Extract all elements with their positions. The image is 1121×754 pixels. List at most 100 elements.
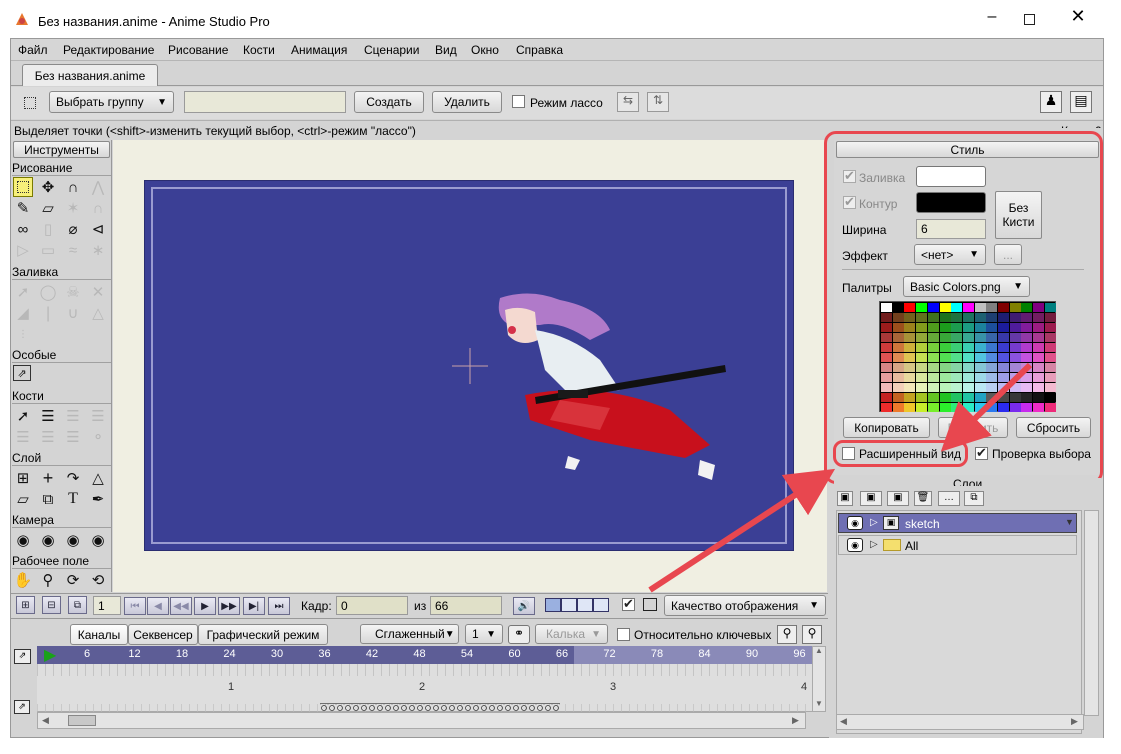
- play-icon[interactable]: ▶: [194, 597, 216, 615]
- zoom-camera-icon[interactable]: ◉: [38, 530, 58, 550]
- menu-file[interactable]: Файл: [18, 43, 48, 57]
- stroke-exposure-icon[interactable]: ∪: [63, 303, 83, 323]
- relative-keys-checkbox[interactable]: [617, 628, 630, 641]
- scroll-right-icon[interactable]: ▶: [792, 715, 799, 726]
- delete-keyframe-icon[interactable]: ⊟: [42, 596, 61, 614]
- scale-points-icon[interactable]: ⋀: [88, 177, 108, 197]
- shear-icon[interactable]: ▷: [13, 240, 33, 260]
- add-bone-icon[interactable]: ☰: [63, 406, 83, 426]
- menu-edit[interactable]: Редактирование: [63, 43, 154, 57]
- timeline-vscrollbar[interactable]: ▲ ▼: [812, 646, 826, 712]
- bind-layer-icon[interactable]: ☰: [63, 427, 83, 447]
- cycle-icon[interactable]: ⚭: [508, 625, 530, 644]
- menu-view[interactable]: Вид: [435, 43, 457, 57]
- current-frame-input[interactable]: 1: [93, 596, 121, 615]
- tab-channels[interactable]: Каналы: [70, 624, 128, 645]
- zoom-in-icon[interactable]: ⚲: [802, 625, 822, 644]
- track-camera-icon[interactable]: ◉: [13, 530, 33, 550]
- group-name-input[interactable]: [184, 91, 346, 113]
- delete-shape-icon[interactable]: ✕: [88, 282, 108, 302]
- layers-hscrollbar[interactable]: ◀ ▶: [836, 714, 1084, 730]
- bone-strength-icon[interactable]: ☰: [13, 427, 33, 447]
- expand-timeline-icon[interactable]: ⇗: [14, 649, 31, 664]
- eyedropper-icon[interactable]: ✒: [88, 489, 108, 509]
- scroll-left-icon[interactable]: ◀: [42, 715, 49, 726]
- total-frames-input[interactable]: 66: [430, 596, 502, 615]
- tab-sequencer[interactable]: Секвенсер: [128, 624, 198, 645]
- prev-frame-icon[interactable]: ◀◀: [170, 597, 192, 615]
- fast-forward-icon[interactable]: ⏭: [268, 597, 290, 615]
- orbit-workspace-icon[interactable]: ⟲: [88, 570, 108, 590]
- eraser-icon[interactable]: ▯: [38, 219, 58, 239]
- select-points-tool[interactable]: [13, 177, 33, 197]
- hand-icon[interactable]: ✋: [13, 570, 33, 590]
- play-marker-icon[interactable]: ▶: [44, 645, 56, 665]
- shape-icon[interactable]: ▱: [38, 198, 58, 218]
- pan-tilt-camera-icon[interactable]: ◉: [88, 530, 108, 550]
- translate-layer-icon[interactable]: +: [38, 468, 58, 488]
- doc-tab[interactable]: Без названия.anime: [22, 64, 158, 86]
- dots-icon[interactable]: ⋮: [13, 324, 33, 344]
- text-icon[interactable]: T: [63, 489, 83, 509]
- close-icon[interactable]: ✕: [1068, 6, 1088, 26]
- paint-bucket-icon[interactable]: ☠: [63, 282, 83, 302]
- freehand-icon[interactable]: ∞: [13, 219, 33, 239]
- scroll-left-icon[interactable]: ◀: [840, 716, 847, 727]
- select-shape-icon[interactable]: ➚: [13, 282, 33, 302]
- switch-layer-icon[interactable]: ⧉: [38, 489, 58, 509]
- perspective-icon[interactable]: ⊲: [88, 219, 108, 239]
- roll-camera-icon[interactable]: ◉: [63, 530, 83, 550]
- step-back-icon[interactable]: ◀: [147, 597, 169, 615]
- menu-animation[interactable]: Анимация: [291, 43, 347, 57]
- reparent-bone-icon[interactable]: ☰: [88, 406, 108, 426]
- translate-points-icon[interactable]: ✥: [38, 177, 58, 197]
- next-frame-icon[interactable]: ▶▶: [218, 597, 240, 615]
- view-single-icon[interactable]: [545, 598, 561, 612]
- menu-window[interactable]: Окно: [471, 43, 499, 57]
- noise-icon[interactable]: ≈: [63, 240, 83, 260]
- interpolation-count-dropdown[interactable]: 1 ▼: [465, 624, 503, 644]
- pencil-icon[interactable]: ✎: [13, 198, 33, 218]
- maximize-icon[interactable]: [1024, 14, 1035, 25]
- zoom-icon[interactable]: ⚲: [38, 570, 58, 590]
- frame-input[interactable]: 0: [336, 596, 408, 615]
- shear-layer-icon[interactable]: ▱: [13, 489, 33, 509]
- timeline-hscrollbar[interactable]: ◀ ▶: [37, 712, 806, 729]
- preview-checkbox[interactable]: [622, 596, 635, 612]
- curve-profile-icon[interactable]: △: [88, 303, 108, 323]
- flip-vertical-icon[interactable]: ⇅: [647, 92, 669, 112]
- scroll-right-icon[interactable]: ▶: [1071, 716, 1078, 727]
- rotate-workspace-icon[interactable]: ⟳: [63, 570, 83, 590]
- character-wizard-icon[interactable]: ♟: [1040, 91, 1062, 113]
- step-forward-icon[interactable]: ▶|: [243, 597, 265, 615]
- tab-graph-mode[interactable]: Графический режим: [198, 624, 328, 645]
- channel-toggle-icon[interactable]: ⇗: [14, 700, 30, 714]
- delete-button[interactable]: Удалить: [432, 91, 502, 113]
- scroll-thumb[interactable]: [68, 715, 96, 726]
- add-keyframe-icon[interactable]: ⊞: [16, 596, 35, 614]
- line-width-icon[interactable]: ◢: [13, 303, 33, 323]
- layers-scrollbar[interactable]: [1084, 510, 1099, 716]
- view-split-icon[interactable]: [561, 598, 577, 612]
- zoom-out-icon[interactable]: ⚲: [777, 625, 797, 644]
- scroll-up-icon[interactable]: ▲: [815, 646, 823, 655]
- menu-help[interactable]: Справка: [516, 43, 563, 57]
- create-shape-icon[interactable]: ◯: [38, 282, 58, 302]
- rotate-layer-icon[interactable]: △: [88, 468, 108, 488]
- select-bone-icon[interactable]: ➚: [13, 406, 33, 426]
- rewind-icon[interactable]: ⏮: [124, 597, 146, 615]
- audio-icon[interactable]: 🔊: [513, 597, 535, 615]
- curvature-icon[interactable]: ∩: [63, 177, 83, 197]
- create-button[interactable]: Создать: [354, 91, 424, 113]
- scale-layer-icon[interactable]: ↷: [63, 468, 83, 488]
- translate-bone-icon[interactable]: ☰: [38, 406, 58, 426]
- minimize-icon[interactable]: –: [982, 8, 1002, 28]
- interpolation-dropdown[interactable]: Сглаженный ▼: [360, 624, 459, 644]
- onion-skin-dropdown[interactable]: Калька ▼: [535, 624, 608, 644]
- arc-icon[interactable]: ⌀: [63, 219, 83, 239]
- menu-scripts[interactable]: Сценарии: [364, 43, 419, 57]
- insert-text-icon[interactable]: ⇗: [13, 365, 31, 381]
- smooth-icon[interactable]: ▭: [38, 240, 58, 260]
- hide-edge-fill-icon[interactable]: ❘: [38, 303, 58, 323]
- set-origin-icon[interactable]: ⊞: [13, 468, 33, 488]
